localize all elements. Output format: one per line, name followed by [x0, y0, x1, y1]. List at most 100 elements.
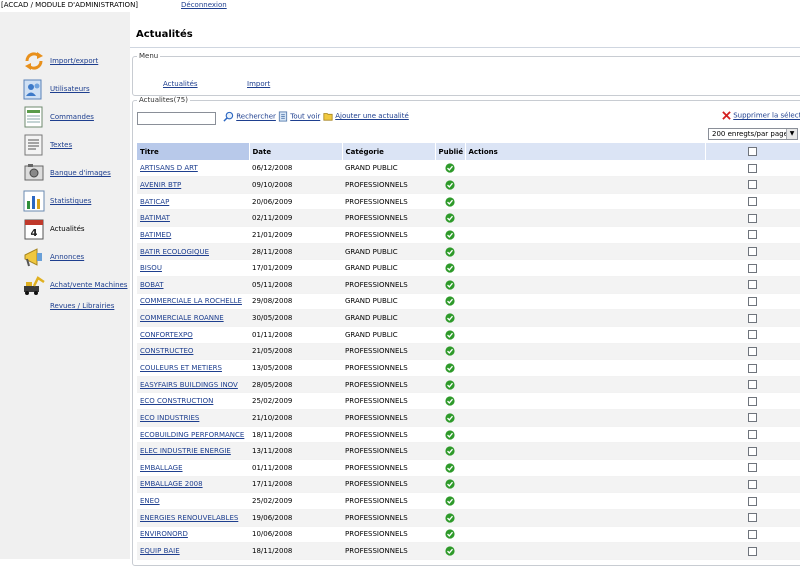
published-check-icon[interactable]	[445, 496, 455, 506]
row-select-checkbox[interactable]	[748, 479, 757, 489]
menu-link-actualites[interactable]: Actualités	[163, 80, 198, 88]
published-check-icon[interactable]	[445, 413, 455, 423]
row-select-checkbox[interactable]	[748, 296, 757, 306]
sidebar-item-announcements[interactable]: Annonces	[20, 245, 130, 269]
row-select-checkbox[interactable]	[748, 197, 757, 207]
row-select-checkbox[interactable]	[748, 230, 757, 240]
row-select-checkbox[interactable]	[748, 280, 757, 290]
column-header-date[interactable]: Date	[249, 143, 343, 160]
published-check-icon[interactable]	[445, 230, 455, 240]
row-select-checkbox[interactable]	[748, 380, 757, 390]
published-check-icon[interactable]	[445, 446, 455, 456]
published-check-icon[interactable]	[445, 346, 455, 356]
published-check-icon[interactable]	[445, 263, 455, 273]
date-cell: 13/05/2008	[249, 359, 342, 377]
sidebar-item-news[interactable]: 4 Actualités	[20, 217, 130, 241]
delete-selection-button[interactable]: Supprimer la sélection	[722, 111, 800, 125]
row-select-checkbox[interactable]	[748, 263, 757, 273]
logout-link[interactable]: Déconnexion	[181, 1, 227, 9]
published-check-icon[interactable]	[445, 246, 455, 257]
published-check-icon[interactable]	[445, 313, 455, 323]
row-select-checkbox[interactable]	[748, 413, 757, 423]
row-select-checkbox[interactable]	[748, 346, 757, 356]
published-check-icon[interactable]	[445, 479, 455, 490]
news-title-link[interactable]: ECOBUILDING PERFORMANCE	[140, 431, 244, 439]
news-title-link[interactable]: AVENIR BTP	[140, 181, 181, 189]
table-row: COMMERCIALE ROANNE 30/05/2008 GRAND PUBLIC	[137, 309, 800, 327]
published-check-icon[interactable]	[445, 296, 455, 307]
published-check-icon[interactable]	[445, 197, 455, 207]
published-check-icon[interactable]	[445, 163, 455, 173]
published-check-icon[interactable]	[445, 429, 455, 440]
news-title-link[interactable]: CONFORTEXPO	[140, 331, 193, 339]
news-title-link[interactable]: ENVIRONORD	[140, 530, 188, 538]
news-title-link[interactable]: ELEC INDUSTRIE ENERGIE	[140, 447, 231, 455]
row-select-checkbox[interactable]	[748, 463, 757, 473]
chevron-down-icon[interactable]: ▼	[786, 129, 797, 139]
sidebar-item-revues[interactable]: Revues / Librairies	[50, 302, 114, 310]
row-select-checkbox[interactable]	[748, 180, 757, 190]
news-title-link[interactable]: COULEURS ET METIERS	[140, 364, 222, 372]
published-check-icon[interactable]	[445, 396, 455, 406]
column-header-title[interactable]: Titre	[137, 143, 250, 160]
news-title-link[interactable]: COMMERCIALE LA ROCHELLE	[140, 297, 242, 305]
news-title-link[interactable]: BATIR ECOLOGIQUE	[140, 248, 209, 256]
news-title-link[interactable]: BATICAP	[140, 198, 169, 206]
search-button[interactable]: Rechercher	[223, 111, 276, 125]
row-select-checkbox[interactable]	[748, 513, 757, 523]
sidebar-item-orders[interactable]: Commandes	[20, 105, 130, 129]
news-title-link[interactable]: BISOU	[140, 264, 162, 272]
row-select-checkbox[interactable]	[748, 213, 757, 223]
published-check-icon[interactable]	[445, 213, 455, 223]
table-row: ELEC INDUSTRIE ENERGIE 13/11/2008 PROFESSI…	[137, 442, 800, 461]
row-select-checkbox[interactable]	[748, 430, 757, 440]
news-title-link[interactable]: BATIMED	[140, 231, 171, 239]
news-title-link[interactable]: EQUIP BAIE	[140, 547, 180, 555]
row-select-checkbox[interactable]	[748, 496, 757, 506]
news-title-link[interactable]: ARTISANS D ART	[140, 164, 198, 172]
news-title-link[interactable]: ECO CONSTRUCTION	[140, 397, 213, 405]
published-check-icon[interactable]	[445, 330, 455, 340]
row-select-checkbox[interactable]	[748, 363, 757, 373]
news-title-link[interactable]: ENERGIES RENOUVELABLES	[140, 514, 238, 522]
select-all-checkbox[interactable]	[748, 147, 757, 156]
search-input[interactable]	[137, 112, 216, 125]
row-select-checkbox[interactable]	[748, 529, 757, 539]
sidebar-item-users[interactable]: Utilisateurs	[20, 77, 130, 101]
news-title-link[interactable]: EMBALLAGE 2008	[140, 480, 203, 488]
published-check-icon[interactable]	[445, 513, 455, 523]
sidebar-item-statistics[interactable]: Statistiques	[20, 189, 130, 213]
published-check-icon[interactable]	[445, 180, 455, 190]
row-select-checkbox[interactable]	[748, 446, 757, 456]
news-title-link[interactable]: EASYFAIRS BUILDINGS INOV	[140, 381, 238, 389]
news-title-link[interactable]: BATIMAT	[140, 214, 170, 222]
row-select-checkbox[interactable]	[748, 247, 757, 257]
row-select-checkbox[interactable]	[748, 313, 757, 323]
page-size-select[interactable]: 200 enregts/par page ▼	[708, 128, 798, 140]
published-check-icon[interactable]	[445, 546, 455, 556]
published-check-icon[interactable]	[445, 363, 455, 373]
show-all-button[interactable]: Tout voir	[278, 111, 320, 125]
published-check-icon[interactable]	[445, 463, 455, 473]
sidebar-item-machines[interactable]: Achat/vente Machines	[20, 273, 130, 297]
column-header-published[interactable]: Publié	[435, 143, 466, 160]
menu-link-import[interactable]: Import	[247, 80, 270, 88]
news-title-link[interactable]: BOBAT	[140, 281, 164, 289]
news-title-link[interactable]: ENEO	[140, 497, 160, 505]
row-select-checkbox[interactable]	[748, 396, 757, 406]
news-title-link[interactable]: ECO INDUSTRIES	[140, 414, 199, 422]
sidebar-item-texts[interactable]: Textes	[20, 133, 130, 157]
row-select-checkbox[interactable]	[748, 163, 757, 173]
row-select-checkbox[interactable]	[748, 546, 757, 556]
news-title-link[interactable]: CONSTRUCTEO	[140, 347, 193, 355]
sidebar-item-image-bank[interactable]: Banque d'images	[20, 161, 130, 185]
published-check-icon[interactable]	[445, 380, 455, 390]
news-title-link[interactable]: EMBALLAGE	[140, 464, 183, 472]
add-news-button[interactable]: Ajouter une actualité	[323, 111, 409, 125]
column-header-category[interactable]: Catégorie	[342, 143, 436, 160]
row-select-checkbox[interactable]	[748, 330, 757, 340]
published-check-icon[interactable]	[445, 280, 455, 290]
published-check-icon[interactable]	[445, 529, 455, 539]
news-title-link[interactable]: COMMERCIALE ROANNE	[140, 314, 224, 322]
sidebar-item-import-export[interactable]: Import/export	[20, 49, 130, 73]
